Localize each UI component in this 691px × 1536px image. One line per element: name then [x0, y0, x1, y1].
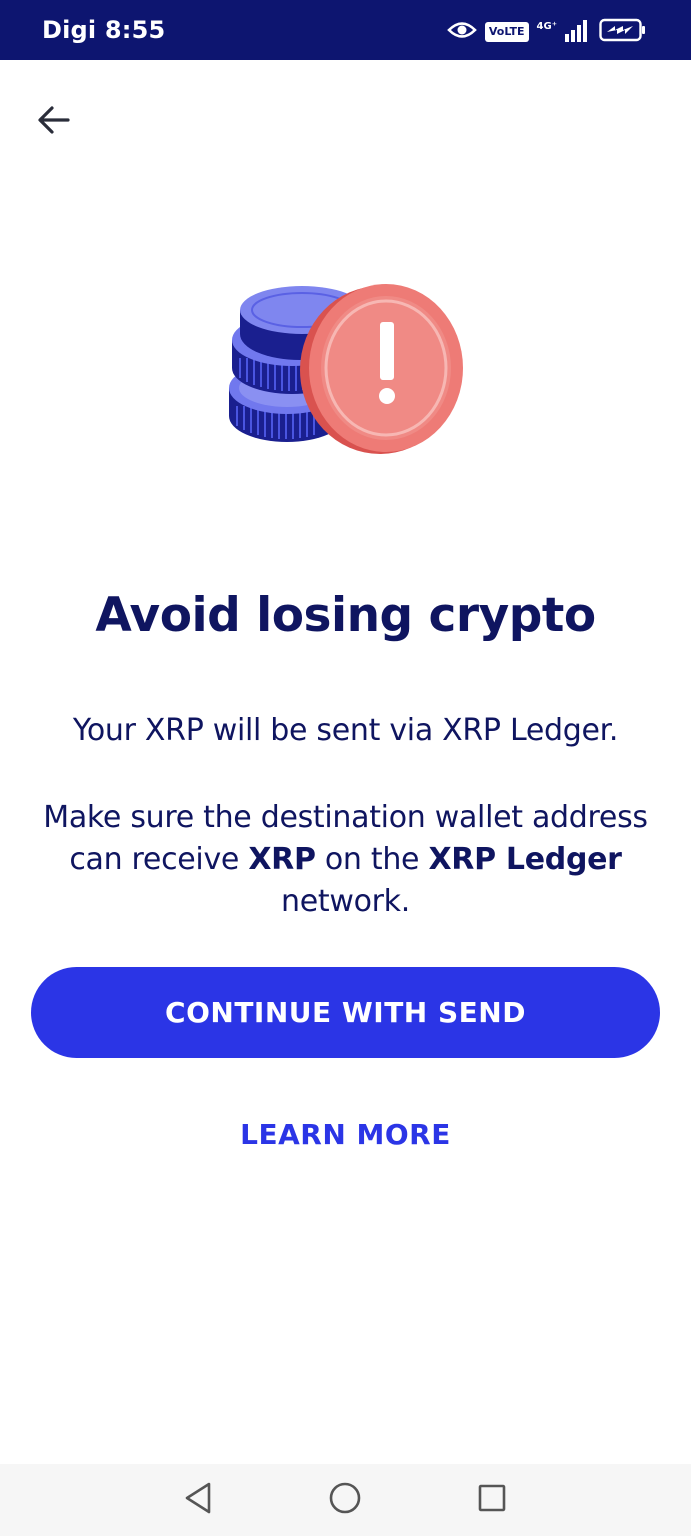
battery-charging-icon — [599, 18, 647, 46]
eye-icon — [447, 19, 477, 45]
nav-home-button[interactable] — [323, 1478, 367, 1522]
status-icons: VoLTE 4G⁺ — [447, 18, 647, 46]
signal-icon — [565, 18, 591, 46]
learn-more-link[interactable]: LEARN MORE — [0, 1118, 691, 1151]
triangle-back-icon — [183, 1481, 213, 1519]
description-part-3: network. — [281, 884, 410, 919]
carrier-time: Digi 8:55 — [42, 16, 166, 44]
arrow-left-icon — [37, 105, 71, 139]
description-part-2: on the — [315, 842, 429, 877]
back-button[interactable] — [28, 96, 80, 148]
description-bold-1: XRP — [248, 842, 316, 877]
description-bold-2: XRP Ledger — [428, 842, 622, 877]
network-type: 4G⁺ — [536, 20, 557, 32]
coins-warning-icon — [229, 284, 463, 454]
continue-with-send-button[interactable]: CONTINUE WITH SEND — [31, 967, 660, 1058]
status-bar: Digi 8:55 VoLTE 4G⁺ — [0, 0, 691, 60]
warning-description: Make sure the destination wallet address… — [30, 797, 661, 923]
nav-back-button[interactable] — [176, 1478, 220, 1522]
square-recents-icon — [477, 1483, 507, 1517]
volte-badge: VoLTE — [484, 22, 529, 42]
nav-recents-button[interactable] — [470, 1478, 514, 1522]
coins-warning-illustration — [222, 276, 472, 460]
network-info-text: Your XRP will be sent via XRP Ledger. — [72, 713, 619, 748]
system-nav-bar — [0, 1464, 691, 1536]
page-title: Avoid losing crypto — [95, 588, 596, 643]
circle-home-icon — [328, 1481, 362, 1519]
